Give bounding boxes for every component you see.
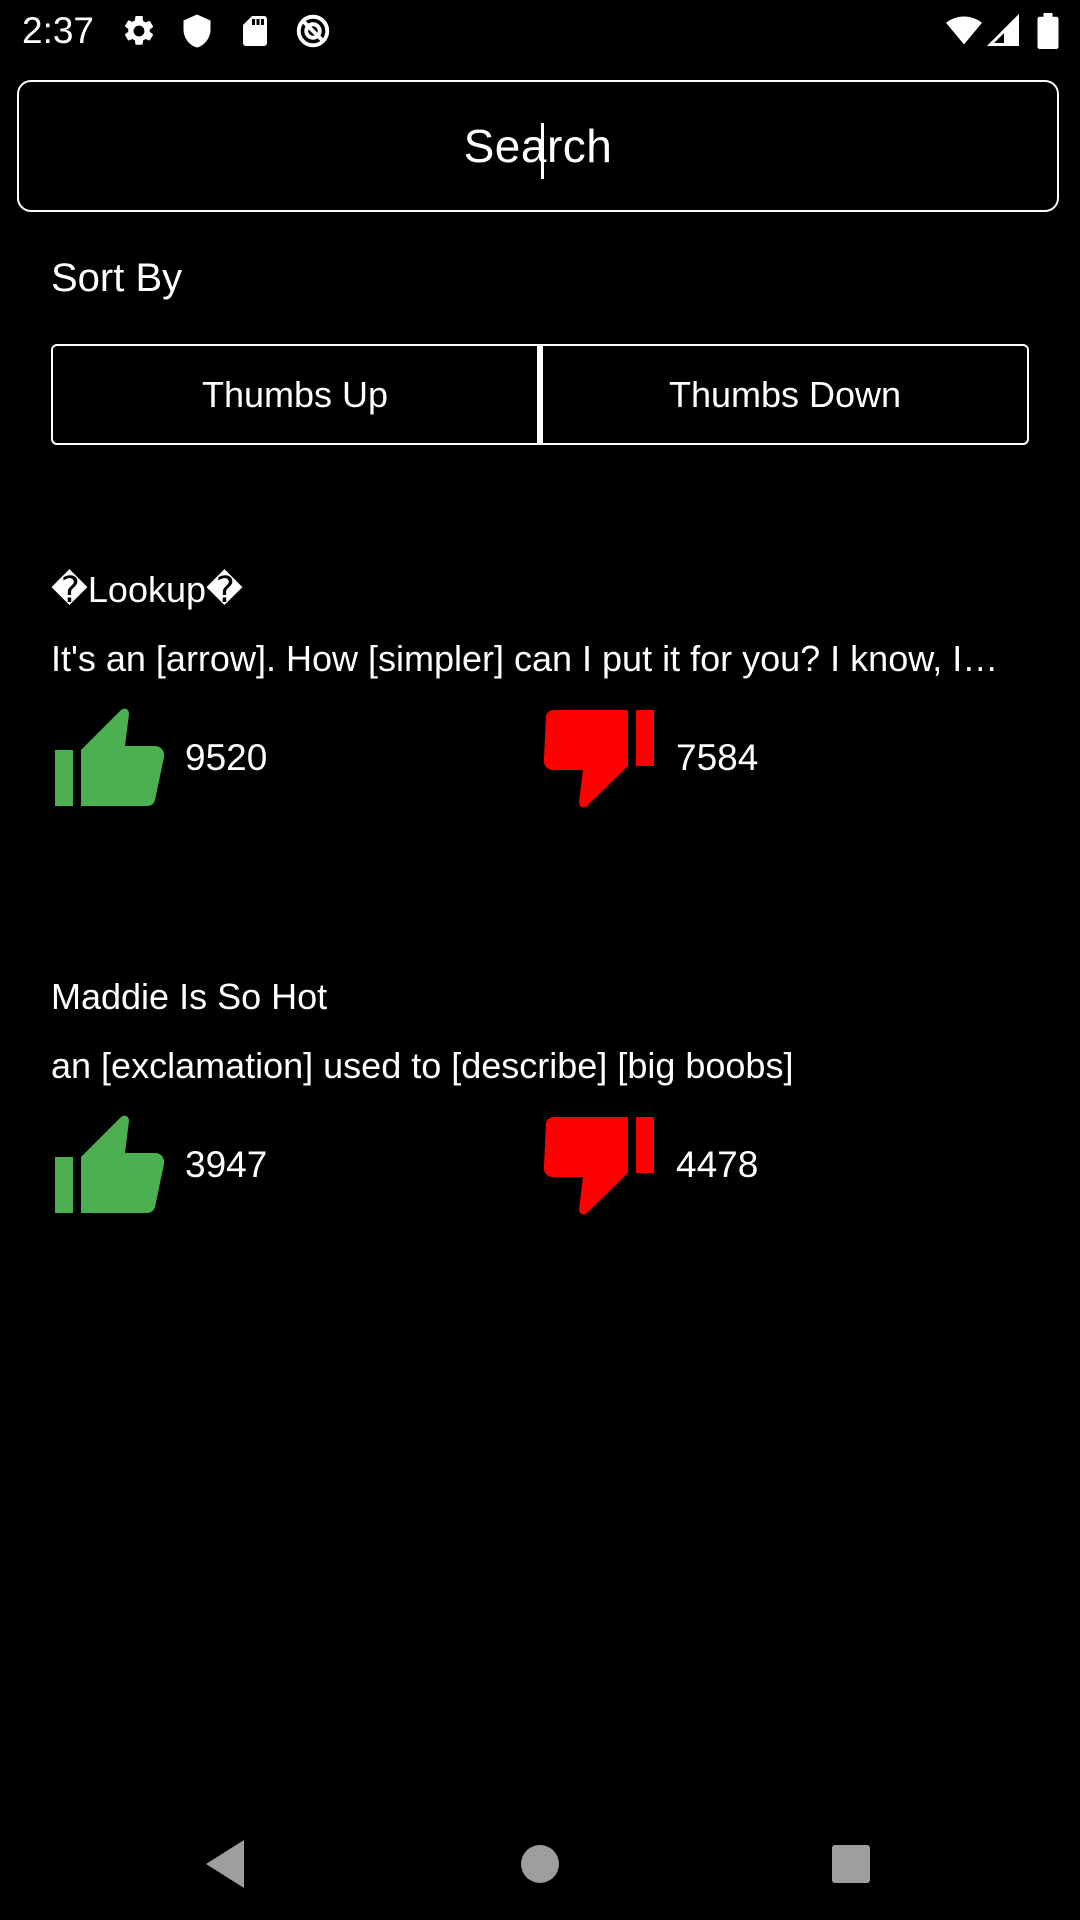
thumbs-down-count: 4478 bbox=[676, 1144, 759, 1185]
search-input[interactable]: Search bbox=[17, 80, 1059, 212]
status-time: 2:37 bbox=[22, 10, 95, 51]
home-icon[interactable] bbox=[512, 1836, 568, 1892]
navigation-bar bbox=[0, 1808, 1080, 1920]
thumbs-up-icon bbox=[53, 1113, 165, 1217]
wifi-icon bbox=[944, 13, 984, 49]
sort-toggle-group: Thumbs Up Thumbs Down bbox=[51, 344, 1029, 445]
thumbs-up-icon bbox=[53, 706, 165, 810]
sort-thumbs-down-button[interactable]: Thumbs Down bbox=[539, 344, 1029, 445]
definition-card[interactable]: �Lookup� It's an [arrow]. How [simpler] … bbox=[51, 568, 1031, 810]
sort-thumbs-up-button[interactable]: Thumbs Up bbox=[51, 344, 539, 445]
thumbs-down-icon bbox=[544, 706, 656, 810]
entry-title: �Lookup� bbox=[51, 569, 243, 610]
gear-icon bbox=[121, 13, 157, 49]
recents-icon[interactable] bbox=[823, 1836, 879, 1892]
thumbs-up-count: 3947 bbox=[185, 1144, 268, 1185]
sort-by-label: Sort By bbox=[51, 256, 183, 300]
entry-definition: It's an [arrow]. How [simpler] can I put… bbox=[51, 638, 999, 679]
shield-icon bbox=[179, 13, 215, 49]
signal-icon bbox=[986, 13, 1022, 49]
battery-icon bbox=[1034, 13, 1062, 49]
search-placeholder: Search bbox=[463, 120, 613, 172]
thumbs-down-button[interactable]: 7584 bbox=[544, 706, 758, 810]
entry-title: Maddie Is So Hot bbox=[51, 976, 328, 1017]
status-bar: 2:37 bbox=[0, 0, 1080, 62]
thumbs-up-button[interactable]: 3947 bbox=[53, 1113, 267, 1217]
vote-row: 3947 4478 bbox=[51, 1113, 1031, 1217]
sd-card-icon bbox=[237, 13, 273, 49]
definition-card[interactable]: Maddie Is So Hot an [exclamation] used t… bbox=[51, 975, 1031, 1217]
entry-definition: an [exclamation] used to [describe] [big… bbox=[51, 1045, 794, 1086]
vote-row: 9520 7584 bbox=[51, 706, 1031, 810]
thumbs-up-button[interactable]: 9520 bbox=[53, 706, 267, 810]
back-icon[interactable] bbox=[200, 1836, 256, 1892]
thumbs-up-count: 9520 bbox=[185, 737, 268, 778]
thumbs-down-count: 7584 bbox=[676, 737, 759, 778]
text-cursor bbox=[541, 123, 544, 179]
no-sync-icon bbox=[295, 13, 331, 49]
thumbs-down-button[interactable]: 4478 bbox=[544, 1113, 758, 1217]
thumbs-down-icon bbox=[544, 1113, 656, 1217]
